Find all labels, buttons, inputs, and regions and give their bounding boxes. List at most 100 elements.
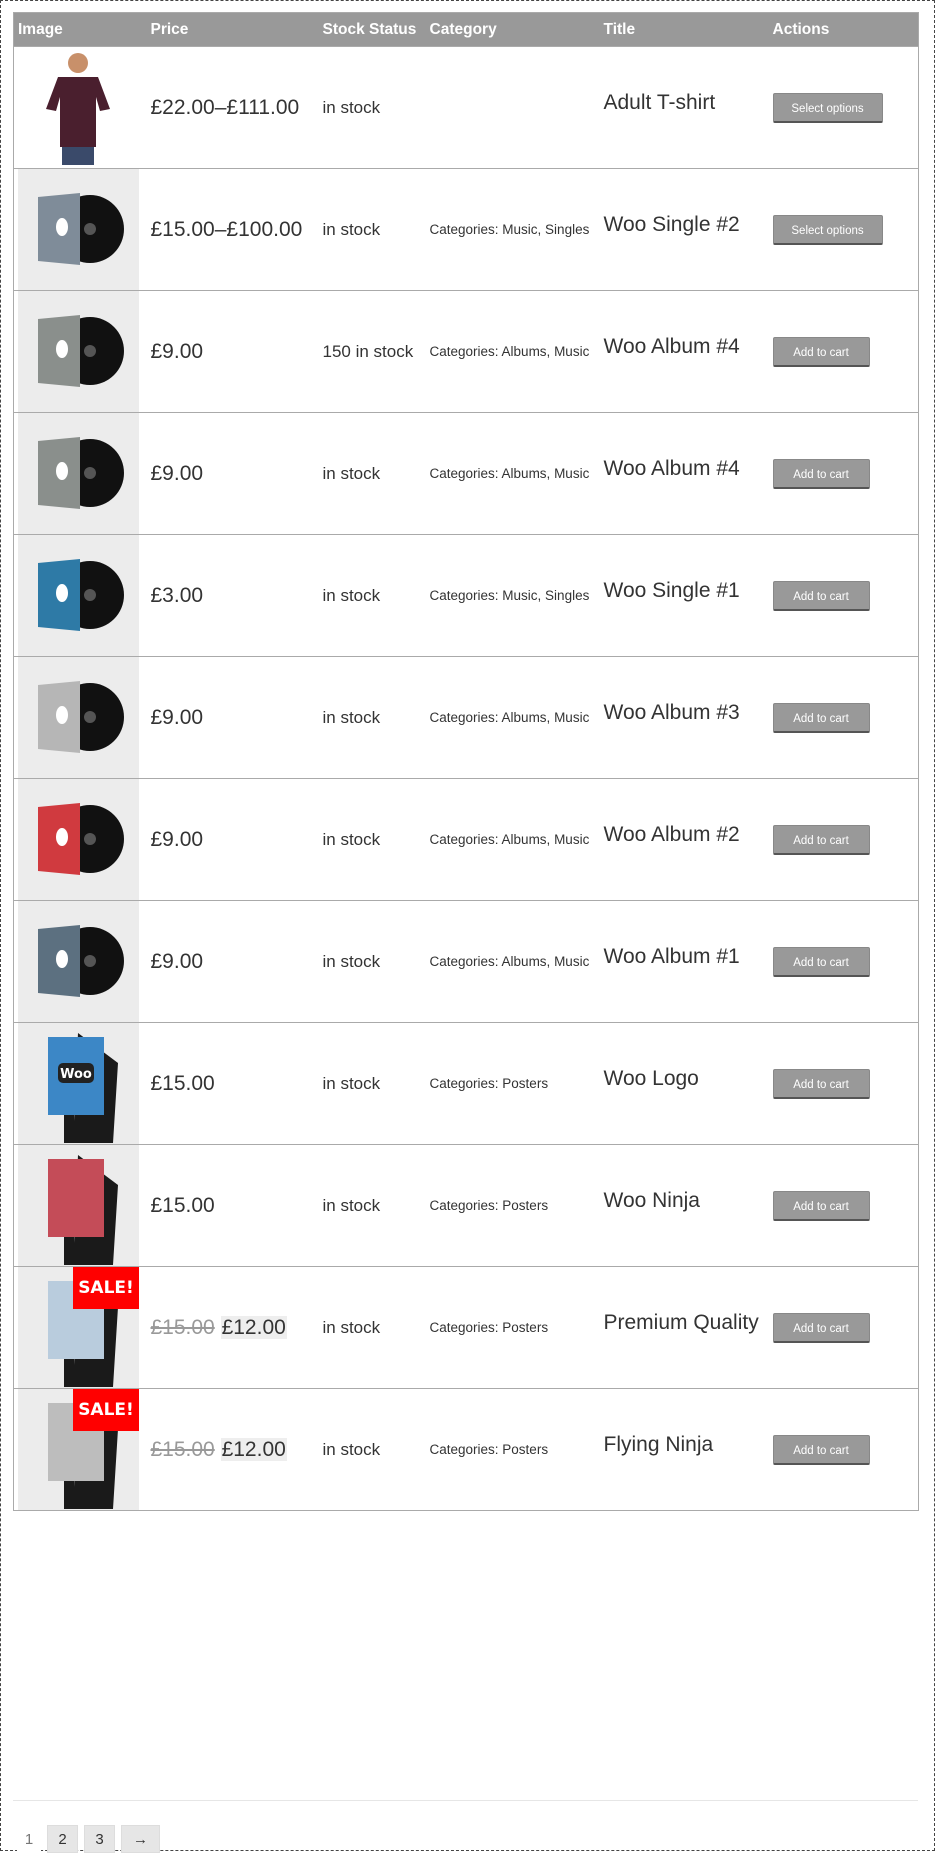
product-title[interactable]: Woo Single #2 (604, 213, 765, 237)
col-header-stock: Stock Status (318, 12, 426, 47)
add-to-cart-button[interactable]: Add to cart (772, 1434, 870, 1465)
col-header-image: Image (13, 12, 147, 47)
category-prefix: Categories: (429, 588, 503, 603)
product-image[interactable]: SALE! (18, 1267, 139, 1388)
product-title[interactable]: Woo Album #2 (604, 823, 765, 847)
product-image-cell (13, 290, 147, 413)
category-links[interactable]: Music, Singles (502, 588, 589, 603)
product-title[interactable]: Woo Album #1 (604, 945, 765, 969)
product-categories: Categories: Posters (425, 1266, 600, 1389)
product-image[interactable] (18, 657, 139, 778)
add-to-cart-button[interactable]: Add to cart (772, 580, 870, 611)
product-title-cell: Woo Ninja (599, 1144, 769, 1267)
product-categories: Categories: Music, Singles (425, 168, 600, 291)
category-links[interactable]: Music, Singles (502, 222, 589, 237)
category-links[interactable]: Posters (502, 1198, 548, 1213)
add-to-cart-button[interactable]: Add to cart (772, 1312, 870, 1343)
product-title-cell: Woo Album #4 (599, 412, 769, 535)
product-title-cell: Woo Album #3 (599, 656, 769, 779)
product-title[interactable]: Woo Ninja (604, 1189, 765, 1213)
price-value: £15.00 (150, 1193, 215, 1217)
product-image[interactable] (18, 413, 139, 534)
product-image[interactable] (18, 901, 139, 1022)
product-title[interactable]: Adult T-shirt (604, 91, 765, 115)
product-title-cell: Woo Single #1 (599, 534, 769, 657)
stock-status: in stock (318, 1266, 426, 1389)
table-header-row: Image Price Stock Status Category Title … (13, 12, 919, 47)
category-links[interactable]: Albums, Music (502, 954, 590, 969)
next-page-link[interactable]: → (121, 1825, 160, 1853)
select-options-button[interactable]: Select options (772, 92, 883, 123)
product-title[interactable]: Woo Album #3 (604, 701, 765, 725)
actions-cell: Add to cart (768, 778, 919, 901)
page-1-current: 1 (17, 1825, 41, 1853)
table-row: SALE! £15.00 £12.00 in stock Categories: Po… (13, 1388, 919, 1511)
product-image[interactable]: Woo (18, 1023, 139, 1144)
add-to-cart-button[interactable]: Add to cart (772, 824, 870, 855)
sale-badge: SALE! (73, 1389, 139, 1431)
product-categories: Categories: Albums, Music (425, 900, 600, 1023)
product-categories: Categories: Albums, Music (425, 290, 600, 413)
product-title[interactable]: Woo Logo (604, 1067, 765, 1091)
category-prefix: Categories: (429, 710, 502, 725)
category-links[interactable]: Albums, Music (502, 466, 590, 481)
table-row: £9.00 in stock Categories: Albums, Music Wo… (13, 900, 919, 1023)
product-image[interactable]: SALE! (18, 1389, 139, 1510)
actions-cell: Add to cart (768, 534, 919, 657)
page-3-link[interactable]: 3 (84, 1825, 115, 1853)
category-prefix: Categories: (429, 954, 502, 969)
table-row: £22.00–£111.00 in stock Adult T-shirt Selec… (13, 46, 919, 169)
col-header-category: Category (425, 12, 600, 47)
product-categories: Categories: Music, Singles (425, 534, 600, 657)
product-image[interactable] (18, 535, 139, 656)
add-to-cart-button[interactable]: Add to cart (772, 458, 870, 489)
category-links[interactable]: Posters (502, 1442, 548, 1457)
pagination: 1 2 3 → (17, 1825, 160, 1853)
col-header-price: Price (146, 12, 319, 47)
category-links[interactable]: Albums, Music (502, 832, 590, 847)
product-title[interactable]: Woo Album #4 (604, 457, 765, 481)
actions-cell: Add to cart (768, 900, 919, 1023)
table-row: Woo £15.00 in stock Categories: Posters Woo … (13, 1022, 919, 1145)
old-price: £15.00 (150, 1437, 215, 1461)
category-prefix: Categories: (429, 344, 502, 359)
product-title[interactable]: Premium Quality (604, 1311, 765, 1335)
category-links[interactable]: Posters (502, 1076, 548, 1091)
stock-status: in stock (318, 656, 426, 779)
product-image[interactable] (18, 291, 139, 412)
product-price: £9.00 (146, 412, 319, 535)
add-to-cart-button[interactable]: Add to cart (772, 946, 870, 977)
category-prefix: Categories: (429, 222, 503, 237)
product-title[interactable]: Woo Single #1 (604, 579, 765, 603)
product-image[interactable] (18, 1145, 139, 1266)
page-2-link[interactable]: 2 (47, 1825, 78, 1853)
stock-status: in stock (318, 534, 426, 657)
table-row: SALE! £15.00 £12.00 in stock Categories: Po… (13, 1266, 919, 1389)
product-price: £9.00 (146, 778, 319, 901)
add-to-cart-button[interactable]: Add to cart (772, 1190, 870, 1221)
product-image[interactable] (18, 779, 139, 900)
add-to-cart-button[interactable]: Add to cart (772, 702, 870, 733)
product-categories: Categories: Posters (425, 1022, 600, 1145)
separator (13, 1800, 918, 1801)
product-image-cell: SALE! (13, 1388, 147, 1511)
category-links[interactable]: Posters (502, 1320, 548, 1335)
category-prefix: Categories: (429, 1442, 503, 1457)
price-value: £9.00 (150, 705, 204, 729)
product-image-cell (13, 46, 147, 169)
product-title[interactable]: Woo Album #4 (604, 335, 765, 359)
product-image-cell (13, 168, 147, 291)
category-prefix: Categories: (429, 1198, 503, 1213)
product-title[interactable]: Flying Ninja (604, 1433, 765, 1457)
actions-cell: Select options (768, 168, 919, 291)
add-to-cart-button[interactable]: Add to cart (772, 1068, 870, 1099)
product-image[interactable] (18, 47, 139, 168)
price-value: £9.00 (150, 339, 204, 363)
select-options-button[interactable]: Select options (772, 214, 883, 245)
product-image[interactable] (18, 169, 139, 290)
svg-text:Woo: Woo (60, 1067, 92, 1082)
category-links[interactable]: Albums, Music (502, 344, 590, 359)
category-links[interactable]: Albums, Music (502, 710, 590, 725)
product-categories: Categories: Posters (425, 1388, 600, 1511)
add-to-cart-button[interactable]: Add to cart (772, 336, 870, 367)
